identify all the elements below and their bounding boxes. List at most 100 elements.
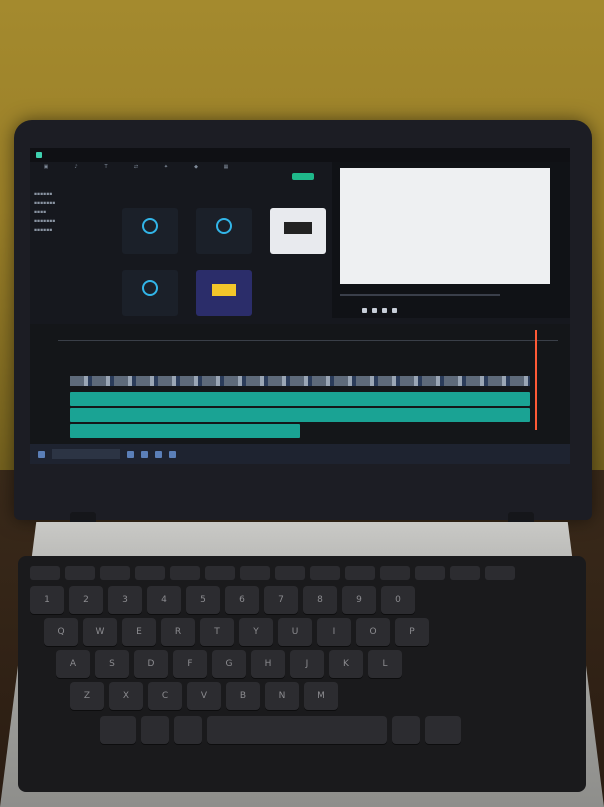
timeline-ruler[interactable] <box>58 334 558 341</box>
key-v[interactable]: V <box>187 682 221 710</box>
tab-transitions[interactable]: ⇄ <box>126 162 146 186</box>
media-tile[interactable] <box>270 208 326 254</box>
playback-progress[interactable] <box>340 294 500 296</box>
function-key[interactable] <box>485 566 515 580</box>
start-icon[interactable] <box>38 450 45 458</box>
function-key[interactable] <box>415 566 445 580</box>
key-p[interactable]: P <box>395 618 429 646</box>
taskbar-app-icon[interactable] <box>155 450 162 458</box>
key-c[interactable]: C <box>148 682 182 710</box>
library-item[interactable]: ▪▪▪▪▪▪ <box>34 192 86 197</box>
media-tile[interactable] <box>122 270 178 316</box>
key-2[interactable]: 2 <box>69 586 103 614</box>
key-h[interactable]: H <box>251 650 285 678</box>
playhead[interactable] <box>535 330 537 430</box>
library-item[interactable]: ▪▪▪▪ <box>34 210 86 215</box>
video-track[interactable] <box>70 376 530 386</box>
key-6[interactable]: 6 <box>225 586 259 614</box>
key-k[interactable]: K <box>329 650 363 678</box>
space-key[interactable] <box>207 716 387 744</box>
alt-gr-key[interactable] <box>392 716 420 744</box>
preview-panel <box>332 162 570 318</box>
timeline <box>30 324 570 444</box>
key-f[interactable]: F <box>173 650 207 678</box>
key-t[interactable]: T <box>200 618 234 646</box>
key-d[interactable]: D <box>134 650 168 678</box>
function-key[interactable] <box>100 566 130 580</box>
key-o[interactable]: O <box>356 618 390 646</box>
key-l[interactable]: L <box>368 650 402 678</box>
key-m[interactable]: M <box>304 682 338 710</box>
laptop-screen: ▣ ♪ T ⇄ ✦ ◆ ▦ ▪▪▪▪▪▪ ▪▪▪▪▪▪▪ ▪▪▪▪ ▪▪▪▪▪▪… <box>30 148 570 464</box>
media-tile[interactable] <box>122 208 178 254</box>
tab-elements[interactable]: ◆ <box>186 162 206 186</box>
prev-frame-icon[interactable] <box>362 308 367 313</box>
key-1[interactable]: 1 <box>30 586 64 614</box>
space-row <box>100 716 461 744</box>
tab-split-screen[interactable]: ▦ <box>216 162 236 186</box>
key-8[interactable]: 8 <box>303 586 337 614</box>
function-key[interactable] <box>310 566 340 580</box>
next-frame-icon[interactable] <box>382 308 387 313</box>
taskbar-app-icon[interactable] <box>127 450 134 458</box>
taskbar-app-icon[interactable] <box>141 450 148 458</box>
function-key[interactable] <box>30 566 60 580</box>
digit-row: 1234567890 <box>30 586 415 614</box>
function-key[interactable] <box>205 566 235 580</box>
key-q[interactable]: Q <box>44 618 78 646</box>
function-key[interactable] <box>380 566 410 580</box>
taskbar-app-icon[interactable] <box>169 450 176 458</box>
qwerty-row: QWERTYUIOP <box>44 618 429 646</box>
tab-titles[interactable]: T <box>96 162 116 186</box>
thumbnail-image <box>212 284 236 296</box>
key-z[interactable]: Z <box>70 682 104 710</box>
audio-track[interactable] <box>70 424 300 438</box>
key-4[interactable]: 4 <box>147 586 181 614</box>
key-x[interactable]: X <box>109 682 143 710</box>
audio-track[interactable] <box>70 392 530 406</box>
media-tile[interactable] <box>196 270 252 316</box>
library-item[interactable]: ▪▪▪▪▪▪▪ <box>34 219 86 224</box>
arrow-keys[interactable] <box>425 716 461 744</box>
function-key[interactable] <box>135 566 165 580</box>
taskbar-search[interactable] <box>52 449 120 459</box>
function-key[interactable] <box>170 566 200 580</box>
app-logo-icon <box>36 152 42 158</box>
key-5[interactable]: 5 <box>186 586 220 614</box>
key-g[interactable]: G <box>212 650 246 678</box>
app-title-bar <box>30 148 570 162</box>
function-key[interactable] <box>450 566 480 580</box>
key-y[interactable]: Y <box>239 618 273 646</box>
key-0[interactable]: 0 <box>381 586 415 614</box>
function-key[interactable] <box>345 566 375 580</box>
tab-media[interactable]: ▣ <box>36 162 56 186</box>
media-tile[interactable] <box>196 208 252 254</box>
ctrl-key[interactable] <box>100 716 136 744</box>
function-key[interactable] <box>275 566 305 580</box>
key-n[interactable]: N <box>265 682 299 710</box>
key-7[interactable]: 7 <box>264 586 298 614</box>
export-button[interactable] <box>292 173 314 180</box>
tab-audio[interactable]: ♪ <box>66 162 86 186</box>
stop-icon[interactable] <box>392 308 397 313</box>
key-9[interactable]: 9 <box>342 586 376 614</box>
library-item[interactable]: ▪▪▪▪▪▪ <box>34 228 86 233</box>
key-3[interactable]: 3 <box>108 586 142 614</box>
key-s[interactable]: S <box>95 650 129 678</box>
key-e[interactable]: E <box>122 618 156 646</box>
key-w[interactable]: W <box>83 618 117 646</box>
play-icon[interactable] <box>372 308 377 313</box>
key-u[interactable]: U <box>278 618 312 646</box>
key-r[interactable]: R <box>161 618 195 646</box>
key-a[interactable]: A <box>56 650 90 678</box>
windows-key[interactable] <box>141 716 169 744</box>
key-i[interactable]: I <box>317 618 351 646</box>
key-b[interactable]: B <box>226 682 260 710</box>
tab-effects[interactable]: ✦ <box>156 162 176 186</box>
function-key[interactable] <box>240 566 270 580</box>
alt-key[interactable] <box>174 716 202 744</box>
function-key[interactable] <box>65 566 95 580</box>
library-item[interactable]: ▪▪▪▪▪▪▪ <box>34 201 86 206</box>
key-j[interactable]: J <box>290 650 324 678</box>
audio-track[interactable] <box>70 408 530 422</box>
